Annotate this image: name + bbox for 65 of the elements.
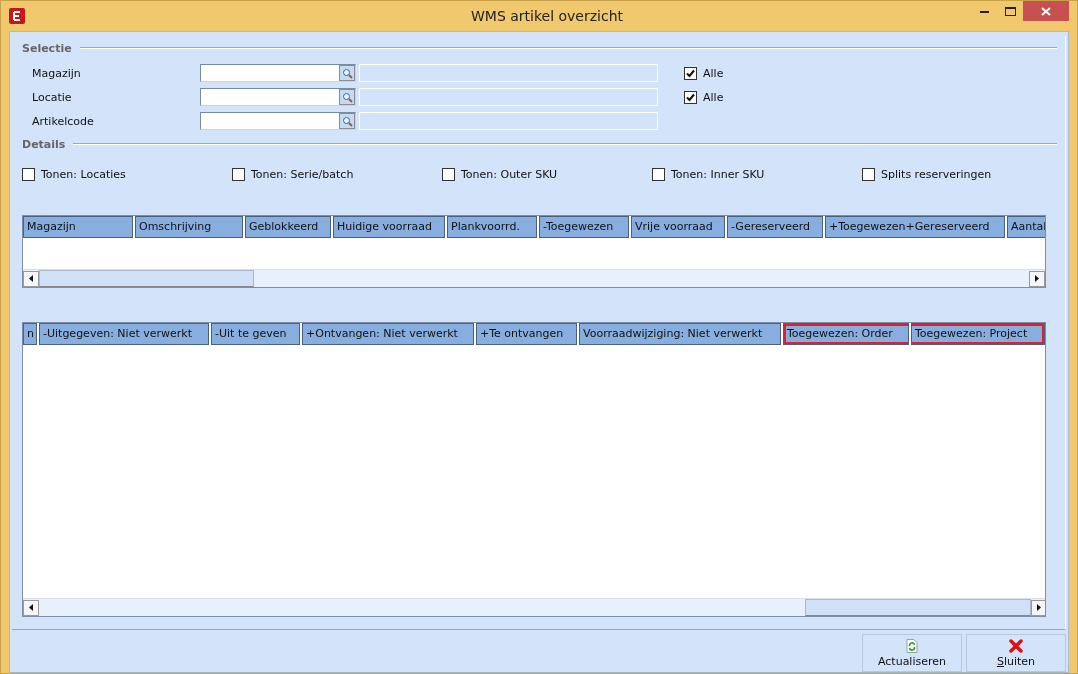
app-logo-icon xyxy=(9,8,25,24)
column-header[interactable]: -Toegewezen xyxy=(539,216,629,238)
checkbox[interactable] xyxy=(684,66,697,80)
column-header[interactable]: +Ontvangen: Niet verwerkt xyxy=(302,323,474,345)
scroll-right-button[interactable] xyxy=(1031,599,1045,616)
checkbox-label: Tonen: Locaties xyxy=(41,168,126,181)
right-arrow-icon xyxy=(1035,275,1039,282)
left-arrow-icon xyxy=(29,275,33,282)
checkbox[interactable] xyxy=(232,168,245,181)
column-header[interactable]: -Gereserveerd xyxy=(727,216,823,238)
close-icon xyxy=(1009,639,1023,653)
checkbox-label: Alle xyxy=(703,66,724,80)
scroll-left-button[interactable] xyxy=(23,599,39,616)
checkbox[interactable] xyxy=(652,168,665,181)
column-header[interactable]: Plankvoorrd. xyxy=(447,216,537,238)
column-header[interactable]: +Toegewezen+Gereserveerd xyxy=(825,216,1005,238)
column-header[interactable]: Toegewezen: Project xyxy=(911,323,1045,345)
checkbox-label: Tonen: Inner SKU xyxy=(671,168,765,181)
close-button[interactable] xyxy=(1023,1,1069,21)
field-label: Artikelcode xyxy=(31,114,95,128)
checkbox[interactable] xyxy=(862,168,875,181)
lookup-button[interactable] xyxy=(339,89,355,105)
column-header[interactable]: Vrije voorraad xyxy=(631,216,725,238)
refresh-icon xyxy=(906,639,918,653)
section-title: Details xyxy=(22,137,66,151)
column-header[interactable]: Magazijn xyxy=(23,216,133,238)
column-header[interactable]: n xyxy=(23,323,37,345)
input-field[interactable] xyxy=(200,88,356,106)
scroll-left-button[interactable] xyxy=(23,270,39,287)
scroll-right-button[interactable] xyxy=(1029,270,1045,287)
checkbox[interactable] xyxy=(684,90,697,104)
dialog-button[interactable]: Actualiseren xyxy=(862,634,962,672)
checkbox-label: Tonen: Outer SKU xyxy=(461,168,558,181)
section-title: Selectie xyxy=(22,41,72,55)
column-header[interactable]: Aantal xyxy=(1007,216,1045,238)
maximize-icon xyxy=(1004,6,1016,16)
field-label: Locatie xyxy=(31,90,73,104)
checkbox[interactable] xyxy=(22,168,35,181)
field-label: Magazijn xyxy=(31,66,82,80)
input-field[interactable] xyxy=(200,112,356,130)
checkbox-label: Alle xyxy=(703,90,724,104)
column-header[interactable]: Huidige voorraad xyxy=(333,216,445,238)
checkbox[interactable] xyxy=(442,168,455,181)
minimize-icon xyxy=(979,9,989,13)
checkbox-label: Splits reserveringen xyxy=(881,168,992,181)
scrollbar-thumb[interactable] xyxy=(39,270,254,287)
input-field[interactable] xyxy=(200,64,356,82)
scrollbar-thumb[interactable] xyxy=(805,599,1031,616)
close-icon xyxy=(1041,6,1051,16)
left-arrow-icon xyxy=(29,604,33,611)
column-header[interactable]: -Uit te geven xyxy=(211,323,300,345)
horizontal-scrollbar[interactable] xyxy=(23,598,1045,616)
checkbox-label: Tonen: Serie/batch xyxy=(251,168,354,181)
column-header[interactable]: Toegewezen: Order xyxy=(783,323,909,345)
dialog-button[interactable]: Sluiten xyxy=(966,634,1066,672)
right-arrow-icon xyxy=(1037,604,1041,611)
column-header[interactable]: +Te ontvangen xyxy=(476,323,577,345)
column-header[interactable]: Voorraadwijziging: Niet verwerkt xyxy=(579,323,781,345)
horizontal-scrollbar[interactable] xyxy=(23,269,1045,287)
column-header[interactable]: -Uitgegeven: Niet verwerkt xyxy=(39,323,209,345)
column-header[interactable]: Geblokkeerd xyxy=(245,216,331,238)
lookup-button[interactable] xyxy=(339,113,355,129)
lookup-button[interactable] xyxy=(339,65,355,81)
column-header[interactable]: Omschrijving xyxy=(135,216,243,238)
window-title: WMS artikel overzicht xyxy=(470,8,624,24)
